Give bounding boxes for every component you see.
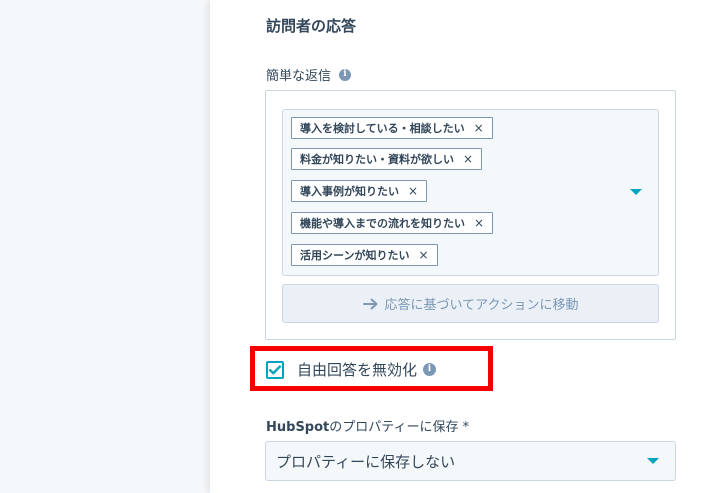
property-label-text: のプロパティーに保存 *	[329, 420, 470, 435]
chevron-down-icon[interactable]	[630, 189, 642, 195]
property-label-brand: HubSpot	[266, 420, 330, 435]
info-icon[interactable]: i	[423, 363, 437, 376]
go-to-action-label: 応答に基づいてアクションに移動	[384, 298, 579, 313]
property-label: HubSpotのプロパティーに保存 *	[266, 416, 469, 435]
close-icon[interactable]: ×	[408, 184, 418, 198]
go-to-action-button[interactable]: 応答に基づいてアクションに移動	[282, 284, 659, 323]
info-icon[interactable]: i	[339, 68, 352, 81]
left-pane	[0, 0, 210, 493]
quick-replies-multiselect[interactable]: 導入を検討している・相談したい × 料金が知りたい・資料が欲しい × 導入事例が…	[282, 109, 659, 276]
tag-label: 活用シーンが知りたい	[300, 249, 410, 262]
disable-free-text-checkbox[interactable]	[266, 360, 284, 379]
quick-replies-label: 簡単な返信 i	[266, 65, 352, 84]
settings-panel: 訪問者の応答 簡単な返信 i 導入を検討している・相談したい × 料金が知りたい…	[210, 0, 726, 493]
property-select-value: プロパティーに保存しない	[276, 452, 456, 471]
disable-free-text-label: 自由回答を無効化	[297, 361, 418, 379]
tag-label: 導入を検討している・相談したい	[300, 122, 465, 135]
arrow-right-icon	[362, 298, 379, 310]
quick-replies-box: 導入を検討している・相談したい × 料金が知りたい・資料が欲しい × 導入事例が…	[265, 90, 676, 340]
tag-item: 料金が知りたい・資料が欲しい ×	[291, 148, 483, 170]
disable-free-text-row: 自由回答を無効化 i	[266, 359, 437, 380]
close-icon[interactable]: ×	[474, 216, 484, 230]
tag-label: 料金が知りたい・資料が欲しい	[300, 153, 454, 166]
section-title: 訪問者の応答	[266, 17, 357, 35]
close-icon[interactable]: ×	[463, 152, 473, 166]
tag-label: 導入事例が知りたい	[300, 185, 399, 198]
tag-item: 機能や導入までの流れを知りたい ×	[291, 212, 494, 234]
quick-replies-label-text: 簡単な返信	[266, 69, 332, 84]
tag-label: 機能や導入までの流れを知りたい	[300, 217, 465, 230]
close-icon[interactable]: ×	[474, 121, 484, 135]
close-icon[interactable]: ×	[418, 248, 428, 262]
tag-item: 導入事例が知りたい ×	[291, 180, 428, 202]
tag-item: 活用シーンが知りたい ×	[291, 244, 438, 266]
chevron-down-icon[interactable]	[647, 458, 659, 464]
property-select[interactable]: プロパティーに保存しない	[265, 441, 676, 481]
tag-item: 導入を検討している・相談したい ×	[291, 117, 493, 139]
